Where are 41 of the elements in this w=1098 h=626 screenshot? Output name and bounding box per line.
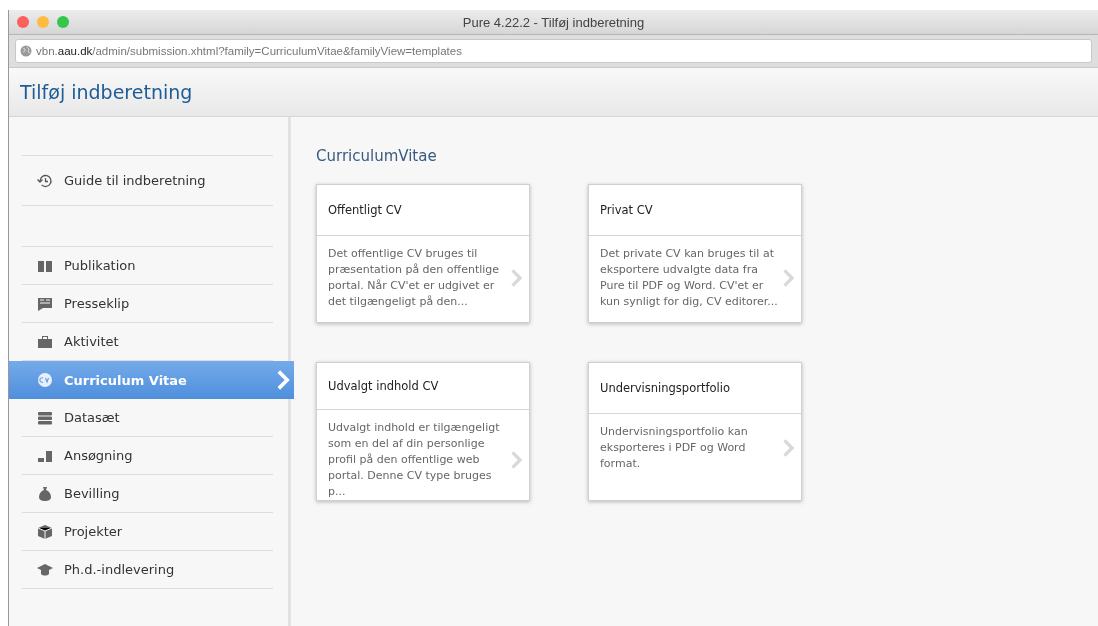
history-icon [37,172,53,189]
card-description: Udvalgt indhold er tilgængeligt som en del af din personlige profil på den offentlige web portal. Denne CV type bruges p... [328,420,501,500]
zoom-button[interactable] [57,16,69,28]
card-description: Det private CV kan bruges til at eksportere udvalgte data fra Pure til PDF og Word. CV'et er kun synligt for dig, CV editorer... [600,246,779,310]
card-title: Undervisningsportfolio [589,363,801,414]
graduation-cap-icon [37,561,53,578]
database-icon [37,409,53,426]
sidebar-item[interactable]: Ph.d.-indlevering [22,551,273,589]
chevron-icon [782,269,795,287]
minimize-button[interactable] [37,16,49,28]
card-title: Privat CV [589,185,801,236]
chevron-icon [510,269,523,287]
close-button[interactable] [17,16,29,28]
section-title: CurriculumVitae [316,147,438,165]
money-bag-icon [37,485,53,502]
globe-icon [20,45,32,57]
chevron-icon [782,439,795,457]
sidebar-item[interactable]: Ansøgning [22,437,273,475]
sidebar-item[interactable]: Presseklip [22,285,273,323]
address-field[interactable]: vbn.aau.dk/admin/submission.xhtml?family=CurriculumVitae&familyView=templates [15,39,1092,63]
card-description: Undervisningsportfolio kan eksporteres i PDF og Word format. [600,424,749,472]
sidebar-item[interactable]: Projekter [22,513,273,551]
chevron-icon [276,370,290,390]
sidebar-item[interactable]: Bevilling [22,475,273,513]
template-card[interactable]: Udvalgt indhold CV Udvalgt indhold er tilgængeligt som en del af din personlige profil på den offentlige web portal. Denne CV type bruges p... [316,362,530,501]
briefcase-icon [37,333,53,350]
cube-icon [37,523,53,540]
cv-icon [37,372,53,388]
template-card[interactable]: Offentligt CV Det offentlige CV bruges til præsentation på den offentlige portal. Når CV'et er udgivet er det tilgængeligt på den... [316,184,530,323]
newspaper-icon [37,295,53,312]
window-title: Pure 4.22.2 - Tilføj indberetning [462,14,646,30]
page-title: Tilføj indberetning [20,81,193,103]
sidebar-item[interactable]: Publikation [22,247,273,285]
sidebar-item[interactable]: Datasæt [22,399,273,437]
card-description: Det offentlige CV bruges til præsentation på den offentlige portal. Når CV'et er udgivet er det tilgængeligt på den... [328,246,501,310]
chevron-icon [510,451,523,469]
sidebar-item[interactable]: Guide til indberetning [22,156,273,206]
card-title: Udvalgt indhold CV [317,363,529,410]
template-card[interactable]: Privat CV Det private CV kan bruges til at eksportere udvalgte data fra Pure til PDF og Word. CV'et er kun synligt for dig, CV editorer... [588,184,802,323]
card-title: Offentligt CV [317,185,529,236]
template-card[interactable]: Undervisningsportfolio Undervisningsportfolio kan eksporteres i PDF og Word format. [588,362,802,501]
